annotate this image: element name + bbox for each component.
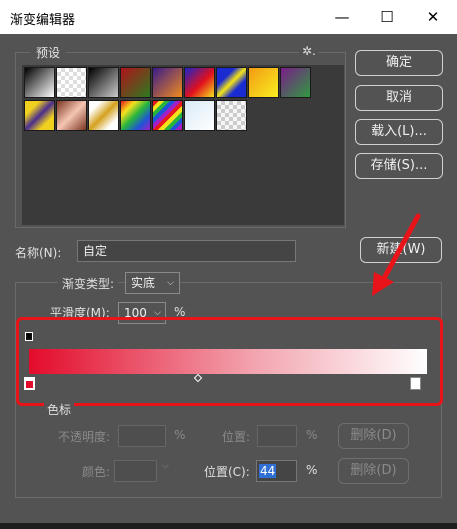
opacity-location-input [257, 425, 297, 447]
name-label: 名称(N): [15, 246, 62, 260]
gradient-preset-swatch[interactable] [216, 67, 247, 98]
window-title: 渐变编辑器 [10, 13, 76, 28]
gradient-type-value: 实底 [131, 276, 156, 290]
ok-button[interactable]: 确定 [355, 50, 443, 76]
presets-swatch-area [22, 65, 344, 225]
gradient-preset-swatch[interactable] [120, 100, 151, 131]
gradient-preset-swatch[interactable] [88, 100, 119, 131]
gradient-preset-swatch[interactable] [24, 67, 55, 98]
gradient-preset-swatch[interactable] [152, 100, 183, 131]
opacity-label: 不透明度: [58, 430, 111, 444]
location-value: 44 [259, 464, 277, 478]
gradient-preset-swatch[interactable] [152, 67, 183, 98]
opacity-percent: % [174, 428, 186, 442]
close-button[interactable]: ✕ [410, 0, 456, 34]
background-strip [0, 523, 457, 529]
gradient-preset-swatch[interactable] [248, 67, 279, 98]
gradient-preset-swatch[interactable] [280, 67, 311, 98]
opacity-input [118, 425, 166, 447]
gradient-preset-swatch[interactable] [184, 100, 215, 131]
delete-opacity-stop-button: 删除(D) [338, 423, 409, 449]
opacity-location-percent: % [306, 428, 318, 442]
presets-label: 预设 [30, 44, 67, 61]
gradient-preset-swatch[interactable] [88, 67, 119, 98]
opacity-location-label: 位置: [222, 430, 251, 444]
presets-gear-icon[interactable]: ✲. [299, 44, 319, 58]
maximize-button[interactable]: ☐ [364, 0, 410, 34]
chevron-down-icon: ⌵ [162, 461, 169, 471]
location-input[interactable]: 44 [256, 460, 297, 482]
name-input[interactable]: 自定 [77, 240, 296, 262]
chevron-down-icon: ⌵ [167, 278, 174, 288]
save-button[interactable]: 存储(S)... [355, 153, 443, 179]
load-button[interactable]: 载入(L)... [355, 119, 443, 145]
location-percent: % [306, 463, 318, 477]
gradient-type-label: 渐变类型: [58, 275, 119, 292]
gradient-preset-swatch[interactable] [216, 100, 247, 131]
cancel-button[interactable]: 取消 [355, 85, 443, 111]
gradient-preset-swatch[interactable] [120, 67, 151, 98]
minimize-button[interactable]: — [319, 0, 365, 34]
location-label: 位置(C): [204, 465, 250, 479]
title-bar: 渐变编辑器 — ☐ ✕ [0, 0, 457, 34]
gradient-preset-swatch[interactable] [56, 100, 87, 131]
delete-color-stop-button: 删除(D) [338, 458, 409, 484]
annotation-arrow-icon [372, 213, 421, 296]
color-swatch [114, 460, 157, 482]
gradient-preset-swatch[interactable] [56, 67, 87, 98]
stops-section-label: 色标 [44, 401, 75, 418]
gradient-editor-window: 渐变编辑器 — ☐ ✕ 预设 ✲. 确定 取消 载入(L)... 存储(S)..… [0, 0, 457, 523]
color-label: 颜色: [82, 465, 111, 479]
gradient-preset-swatch[interactable] [24, 100, 55, 131]
gradient-type-select[interactable]: 实底 ⌵ [125, 272, 180, 294]
gradient-preset-swatch[interactable] [184, 67, 215, 98]
annotation-highlight-box [16, 317, 443, 406]
